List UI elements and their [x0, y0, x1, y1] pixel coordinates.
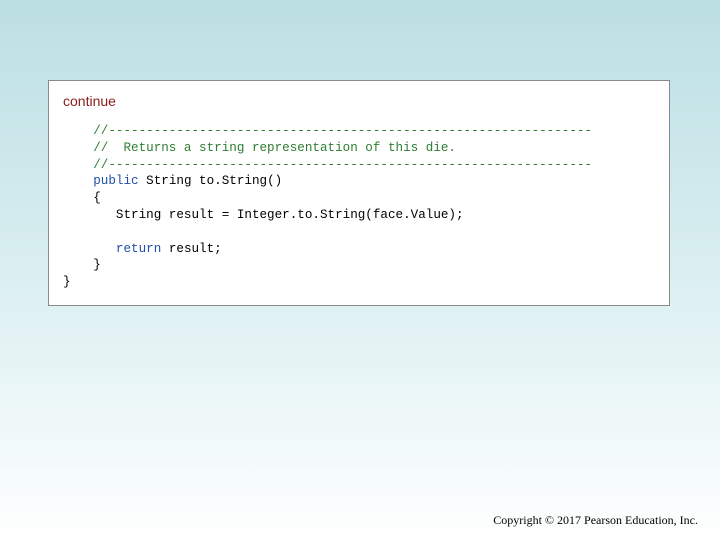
copyright-footer: Copyright © 2017 Pearson Education, Inc. [493, 513, 698, 527]
statement-line: String result = Integer.to.String(face.V… [115, 207, 464, 222]
keyword-return: return [115, 241, 162, 256]
close-brace-method: } [93, 258, 101, 273]
code-listing: //--------------------------------------… [63, 123, 592, 291]
comment-rule-top: //--------------------------------------… [93, 124, 593, 138]
close-brace-class: } [63, 275, 71, 290]
comment-rule-bottom: //--------------------------------------… [93, 157, 593, 172]
continue-label: continue [63, 93, 116, 109]
code-panel: continue //-----------------------------… [48, 80, 670, 306]
return-expression: result; [161, 241, 222, 256]
method-signature: String to.String() [138, 174, 283, 189]
open-brace: { [93, 191, 101, 206]
keyword-public: public [93, 174, 139, 189]
comment-text: // Returns a string representation of th… [93, 140, 456, 155]
